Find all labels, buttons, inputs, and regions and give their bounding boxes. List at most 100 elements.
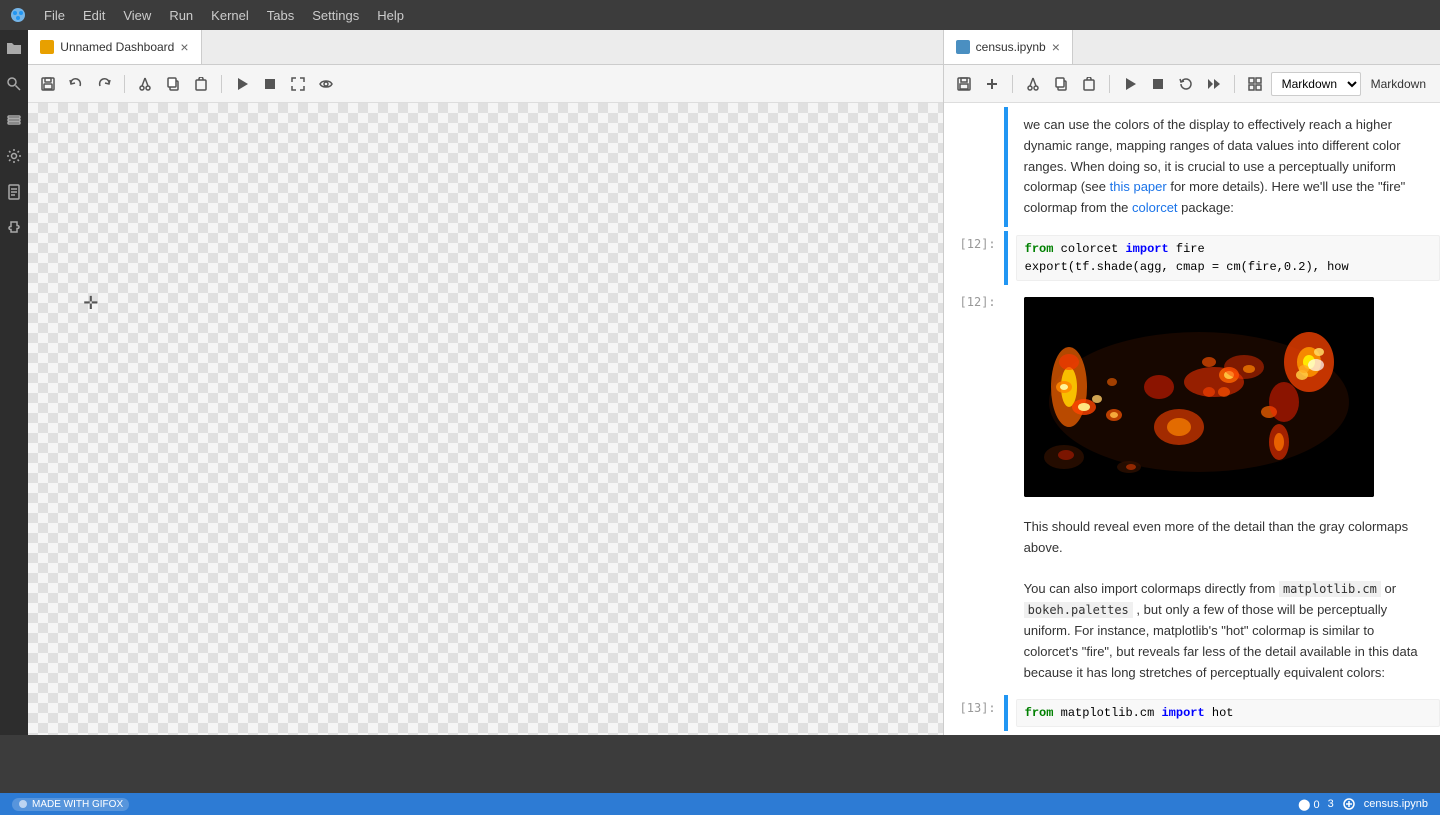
- cell-12-border: [1004, 231, 1008, 285]
- kw-import-1: import: [1125, 242, 1168, 256]
- link-colorcet[interactable]: colorcet: [1132, 200, 1178, 215]
- notebook-content: we can use the colors of the display to …: [944, 103, 1440, 735]
- activity-gear-icon[interactable]: [4, 146, 24, 166]
- dashboard-tab-title: Unnamed Dashboard: [60, 40, 174, 54]
- activity-search-icon[interactable]: [4, 74, 24, 94]
- undo-button[interactable]: [64, 72, 88, 96]
- md-post-text: This should reveal even more of the deta…: [1016, 513, 1440, 687]
- app-logo: [8, 5, 28, 25]
- cell-12-label: [12]:: [944, 231, 1004, 285]
- kw-from-2: from: [1025, 706, 1054, 720]
- activity-page-icon[interactable]: [4, 182, 24, 202]
- activity-folder-icon[interactable]: [4, 38, 24, 58]
- dashboard-panel: Unnamed Dashboard ×: [28, 30, 942, 735]
- cell-12-output-border: [1004, 289, 1008, 505]
- notebook-tab-bar: census.ipynb ×: [944, 30, 1440, 65]
- code-line-export: export(tf.shade(agg, cmap = cm(fire,0.2)…: [1025, 260, 1349, 274]
- code-name-fire: fire: [1169, 242, 1205, 256]
- cell-12-output-body: [1016, 289, 1440, 505]
- activity-puzzle-icon[interactable]: [4, 218, 24, 238]
- nb-cell-13-code: [13]: from matplotlib.cm import hot: [944, 695, 1440, 731]
- code-name-hot: hot: [1205, 706, 1234, 720]
- activity-bar: [0, 30, 28, 735]
- kw-import-2: import: [1161, 706, 1204, 720]
- notebook-toolbar: Markdown Python Markdown: [944, 65, 1440, 103]
- dashboard-canvas[interactable]: ✛: [28, 103, 942, 735]
- text-after-link: package:: [1178, 200, 1234, 215]
- text-reveal-detail: This should reveal even more of the deta…: [1024, 517, 1432, 559]
- menubar: File Edit View Run Kernel Tabs Settings …: [0, 0, 1440, 30]
- cell-post-gutter: [944, 509, 1004, 691]
- preview-button[interactable]: [314, 72, 338, 96]
- cell-body-text: we can use the colors of the display to …: [1016, 107, 1440, 227]
- fullscreen-button[interactable]: [286, 72, 310, 96]
- status-bar: MADE WITH GIFOX ⬤ 0 3 census.ipynb: [0, 793, 1440, 815]
- nb-toolbar-sep-3: [1234, 75, 1235, 93]
- nb-save-button[interactable]: [952, 72, 976, 96]
- cell-13-body[interactable]: from matplotlib.cm import hot: [1016, 695, 1440, 731]
- status-icon: [1342, 797, 1356, 811]
- notebook-tab-icon: [956, 40, 970, 54]
- status-number: 3: [1328, 798, 1334, 810]
- dashboard-tab[interactable]: Unnamed Dashboard ×: [28, 30, 201, 64]
- usa-map-visualization: [1024, 297, 1374, 497]
- nb-cell-12-output: [12]:: [944, 289, 1440, 505]
- save-button[interactable]: [36, 72, 60, 96]
- menu-edit[interactable]: Edit: [75, 6, 113, 25]
- gifox-badge: MADE WITH GIFOX: [12, 798, 129, 811]
- nb-cell-text-intro: we can use the colors of the display to …: [944, 107, 1440, 227]
- toolbar-sep-2: [221, 75, 222, 93]
- status-filename: census.ipynb: [1364, 798, 1428, 810]
- copy-button[interactable]: [161, 72, 185, 96]
- cell-12-output: [1016, 293, 1440, 501]
- status-circle: ⬤ 0: [1298, 798, 1320, 811]
- menu-kernel[interactable]: Kernel: [203, 6, 257, 25]
- menu-settings[interactable]: Settings: [304, 6, 367, 25]
- md-intro-text: we can use the colors of the display to …: [1016, 111, 1440, 223]
- code-cell-12: from colorcet import fire export(tf.shad…: [1016, 235, 1440, 281]
- menu-run[interactable]: Run: [161, 6, 201, 25]
- kernel-select[interactable]: Markdown Python: [1271, 72, 1361, 96]
- cell-13-border: [1004, 695, 1008, 731]
- cell-post-body: This should reveal even more of the deta…: [1016, 509, 1440, 691]
- nb-stop-button[interactable]: [1146, 72, 1170, 96]
- paste-button[interactable]: [189, 72, 213, 96]
- code-matplotlib-cm: matplotlib.cm: [1279, 581, 1381, 597]
- nb-grid-button[interactable]: [1243, 72, 1267, 96]
- cell-gutter-empty: [944, 107, 1004, 227]
- nb-copy-button[interactable]: [1049, 72, 1073, 96]
- status-right: ⬤ 0 3 census.ipynb: [1298, 797, 1428, 811]
- nb-fastforward-button[interactable]: [1202, 72, 1226, 96]
- code-bokeh-palettes: bokeh.palettes: [1024, 602, 1133, 618]
- dashboard-tab-close[interactable]: ×: [180, 40, 188, 54]
- menu-tabs[interactable]: Tabs: [259, 6, 302, 25]
- activity-layers-icon[interactable]: [4, 110, 24, 130]
- toolbar-sep-1: [124, 75, 125, 93]
- nb-add-button[interactable]: [980, 72, 1004, 96]
- code-module-colorcet: colorcet: [1053, 242, 1125, 256]
- cell-12-body[interactable]: from colorcet import fire export(tf.shad…: [1016, 231, 1440, 285]
- menu-help[interactable]: Help: [369, 6, 412, 25]
- dashboard-tab-bar: Unnamed Dashboard ×: [28, 30, 942, 65]
- menu-view[interactable]: View: [115, 6, 159, 25]
- nb-cell-text-post-map: This should reveal even more of the deta…: [944, 509, 1440, 691]
- link-this-paper[interactable]: this paper: [1110, 179, 1167, 194]
- notebook-tab-close[interactable]: ×: [1052, 40, 1060, 54]
- dashboard-tab-icon: [40, 40, 54, 54]
- nb-toolbar-sep-2: [1109, 75, 1110, 93]
- nb-restart-button[interactable]: [1174, 72, 1198, 96]
- run-button[interactable]: [230, 72, 254, 96]
- stop-button[interactable]: [258, 72, 282, 96]
- kw-from-1: from: [1025, 242, 1054, 256]
- cut-button[interactable]: [133, 72, 157, 96]
- text-or: or: [1385, 581, 1397, 596]
- redo-button[interactable]: [92, 72, 116, 96]
- menu-file[interactable]: File: [36, 6, 73, 25]
- notebook-panel: census.ipynb ×: [943, 30, 1440, 735]
- nb-cut-button[interactable]: [1021, 72, 1045, 96]
- cell-12-output-label: [12]:: [944, 289, 1004, 505]
- nb-run-button[interactable]: [1118, 72, 1142, 96]
- nb-paste-button[interactable]: [1077, 72, 1101, 96]
- notebook-tab[interactable]: census.ipynb ×: [944, 30, 1073, 64]
- notebook-tab-title: census.ipynb: [976, 40, 1046, 54]
